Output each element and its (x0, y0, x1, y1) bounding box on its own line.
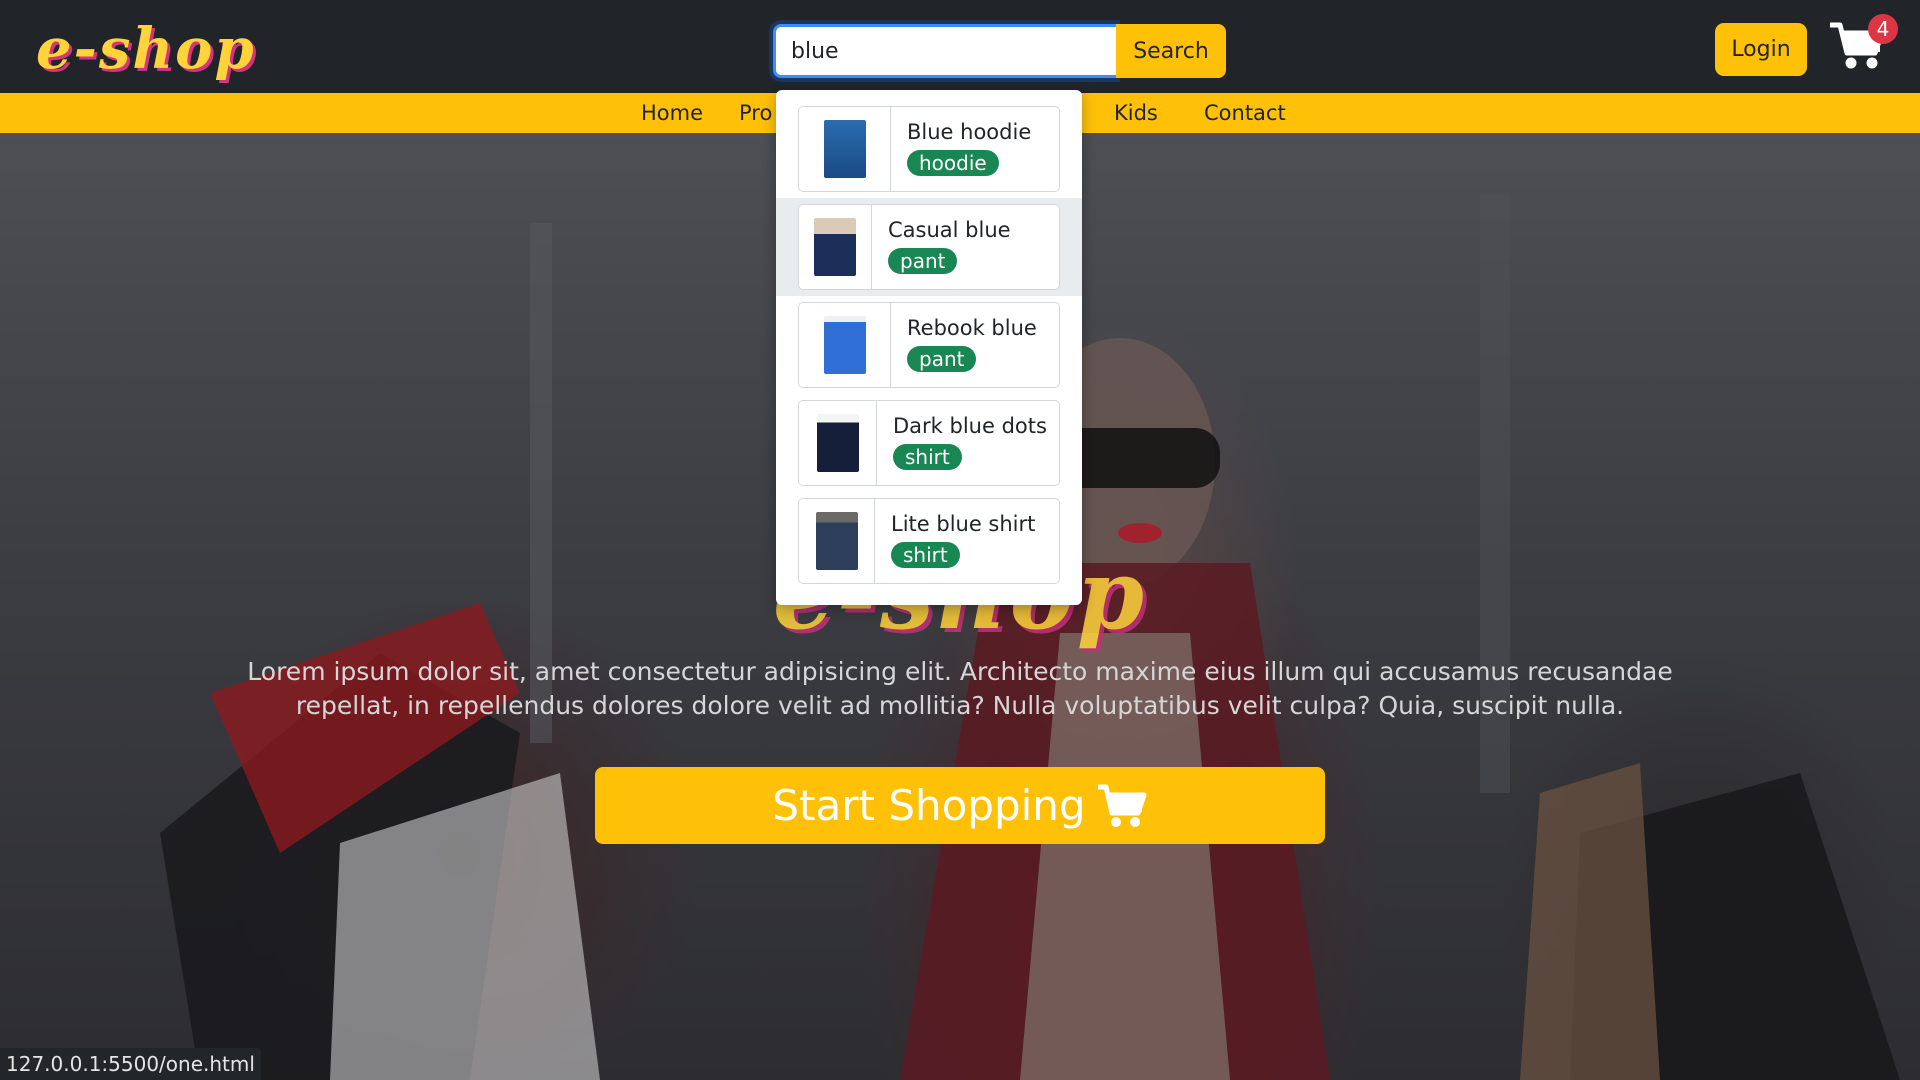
result-thumbnail (799, 205, 872, 289)
result-tag-badge: pant (888, 248, 958, 274)
result-title: Dark blue dots (893, 414, 1047, 438)
search-result-item[interactable]: Rebook blue pant (776, 296, 1082, 394)
result-thumbnail (799, 499, 875, 583)
pant-image (823, 316, 866, 374)
nav-products[interactable]: Pro (739, 93, 772, 133)
cart-icon (1097, 784, 1147, 827)
search-result-item[interactable]: Blue hoodie hoodie (776, 100, 1082, 198)
result-title: Lite blue shirt (891, 512, 1036, 536)
result-thumbnail (799, 303, 891, 387)
result-card: Lite blue shirt shirt (798, 498, 1060, 584)
shirt-image (815, 512, 858, 570)
result-tag-badge: shirt (893, 444, 962, 470)
result-card: Dark blue dots shirt (798, 400, 1060, 486)
nav-home[interactable]: Home (641, 93, 703, 133)
nav-kids[interactable]: Kids (1114, 93, 1158, 133)
shirt-image (816, 414, 859, 472)
result-thumbnail (799, 107, 891, 191)
result-thumbnail (799, 401, 877, 485)
start-shopping-button[interactable]: Start Shopping (595, 767, 1325, 844)
search-result-item[interactable]: Lite blue shirt shirt (776, 492, 1082, 590)
search-results-dropdown: Blue hoodie hoodie Casual blue pant Rebo… (776, 90, 1082, 605)
search-result-item[interactable]: Dark blue dots shirt (776, 394, 1082, 492)
result-card: Blue hoodie hoodie (798, 106, 1060, 192)
nav-contact[interactable]: Contact (1204, 93, 1286, 133)
result-tag-badge: hoodie (907, 150, 999, 176)
hoodie-image (823, 120, 866, 178)
search-form: Search (773, 24, 1226, 78)
result-card: Casual blue pant (798, 204, 1060, 290)
cart-button[interactable]: 4 (1828, 14, 1898, 74)
site-logo[interactable]: e-shop (36, 14, 256, 84)
result-card: Rebook blue pant (798, 302, 1060, 388)
search-input[interactable] (773, 24, 1116, 78)
pant-image (814, 218, 856, 276)
result-title: Blue hoodie (907, 120, 1032, 144)
start-shopping-label: Start Shopping (772, 781, 1086, 830)
cart-count-badge: 4 (1868, 14, 1898, 44)
header: e-shop Search Login 4 (0, 0, 1920, 93)
search-button[interactable]: Search (1116, 24, 1226, 78)
result-title: Rebook blue (907, 316, 1037, 340)
search-result-item[interactable]: Casual blue pant (776, 198, 1082, 296)
hero-description: Lorem ipsum dolor sit, amet consectetur … (247, 657, 1673, 720)
result-title: Casual blue (888, 218, 1011, 242)
login-button[interactable]: Login (1715, 23, 1807, 76)
result-tag-badge: shirt (891, 542, 960, 568)
browser-status-url: 127.0.0.1:5500/one.html (0, 1048, 261, 1080)
result-tag-badge: pant (907, 346, 977, 372)
